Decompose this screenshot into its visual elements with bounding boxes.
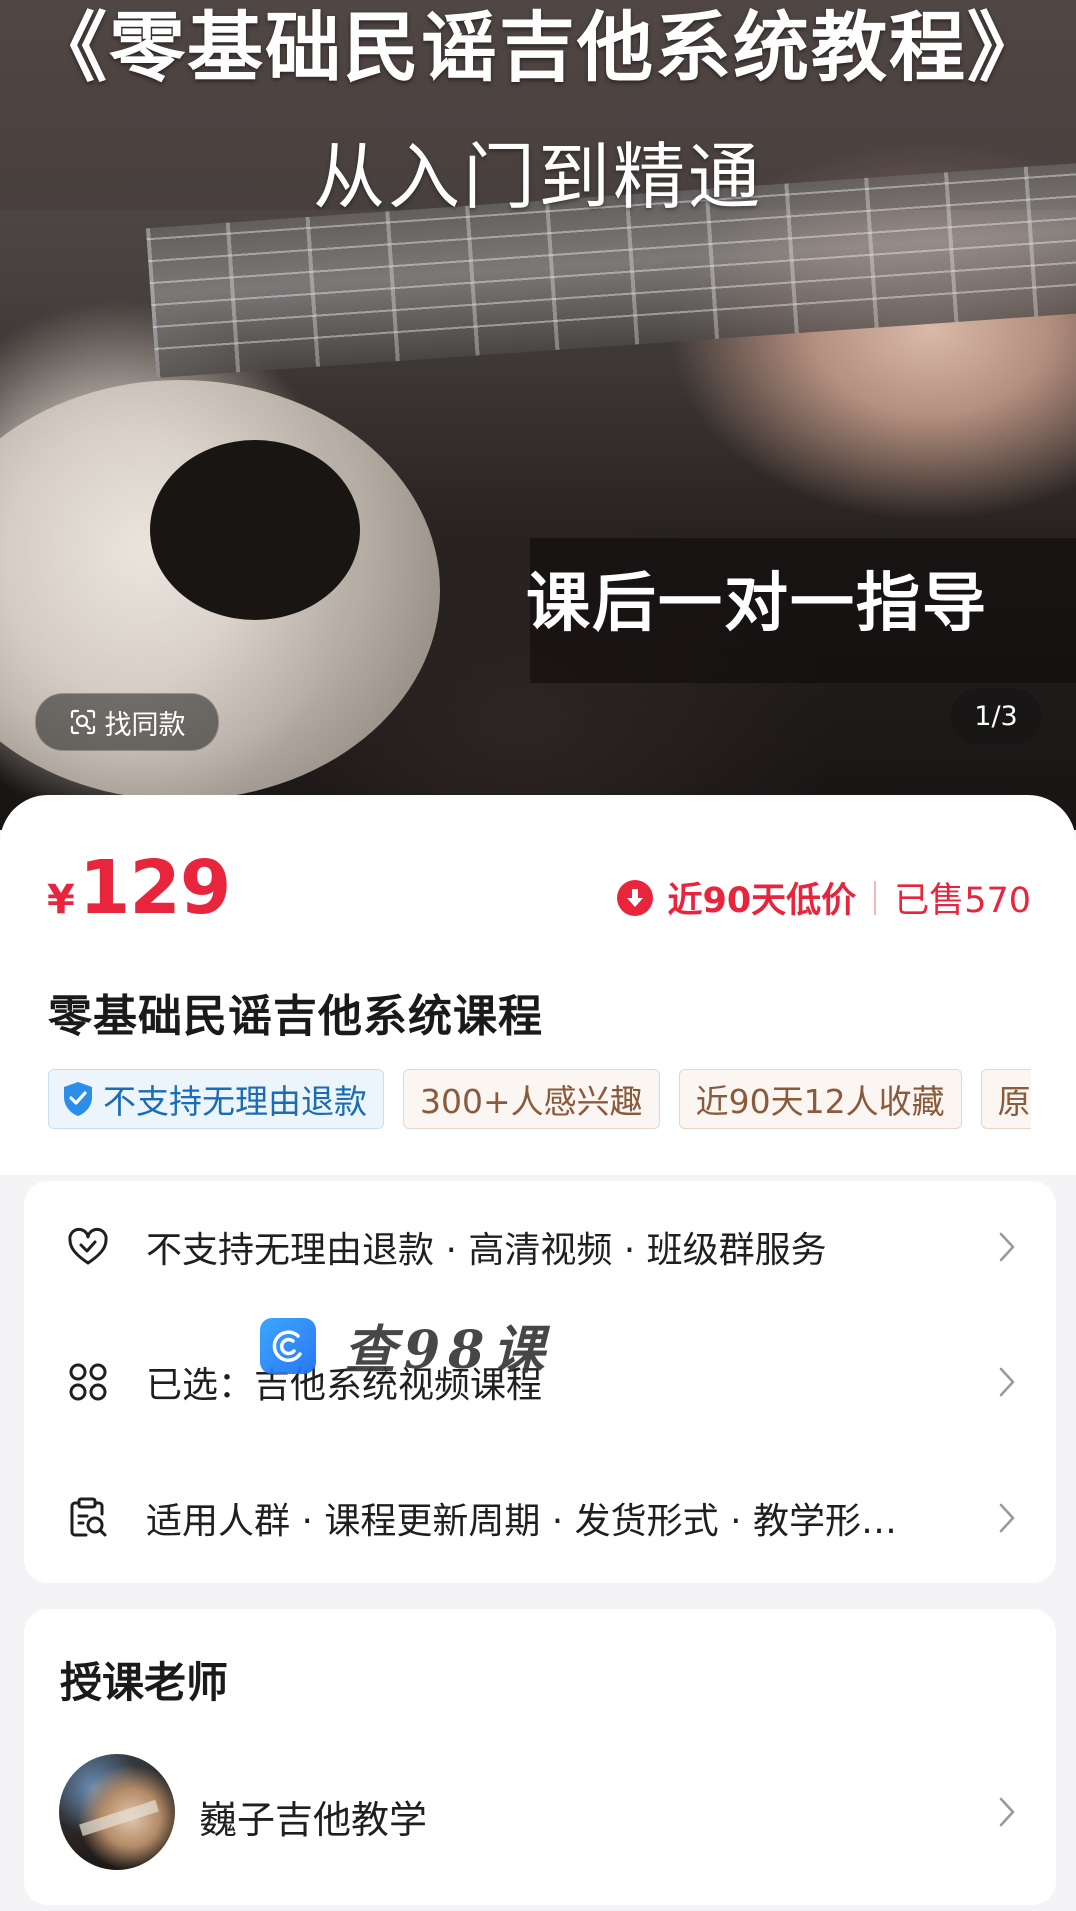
params-row[interactable]: 适用人群 · 课程更新周期 · 发货形式 · 教学形… (24, 1468, 1056, 1568)
tag-label: 300+人感兴趣 (420, 1082, 643, 1121)
price-currency: ¥ (47, 877, 75, 923)
service-text: 不支持无理由退款 · 高清视频 · 班级群服务 (146, 1230, 827, 1271)
params-text: 适用人群 · 课程更新周期 · 发货形式 · 教学形… (146, 1501, 897, 1542)
product-image-carousel[interactable]: 《零基础民谣吉他系统教程》 从入门到精通 课后一对一指导 找同款 1/3 (0, 0, 1076, 830)
product-title: 零基础民谣吉他系统课程 (48, 991, 543, 1042)
hero-caption: 课后一对一指导 (526, 567, 988, 641)
chevron-right-icon (999, 1232, 1015, 1262)
tag-more[interactable]: 原 (980, 1069, 1031, 1129)
price: ¥ 129 (47, 845, 231, 931)
chevron-right-icon (999, 1503, 1015, 1533)
tag-label: 近90天12人收藏 (695, 1082, 945, 1121)
carousel-pager: 1/3 (951, 688, 1041, 744)
service-row[interactable]: 不支持无理由退款 · 高清视频 · 班级群服务 (24, 1197, 1056, 1297)
tag-label: 原 (997, 1082, 1031, 1121)
teacher-heading: 授课老师 (60, 1658, 229, 1707)
down-arrow-circle-icon (617, 879, 654, 916)
shield-check-icon (64, 1082, 92, 1116)
tag-list: 不支持无理由退款 300+人感兴趣 近90天12人收藏 原 (48, 1069, 1031, 1133)
hero-subtitle: 从入门到精通 (312, 135, 763, 219)
guitar-soundhole (150, 440, 360, 620)
sales-info: 近90天低价 已售570 (617, 872, 1031, 923)
teacher-card: 授课老师 巍子吉他教学 (24, 1609, 1056, 1905)
find-same-label: 找同款 (104, 709, 186, 741)
price-value: 129 (78, 845, 231, 931)
sold-count: 已售570 (894, 881, 1031, 921)
hero-title: 《零基础民谣吉他系统教程》 (31, 3, 1045, 92)
tag-guarantee[interactable]: 不支持无理由退款 (48, 1069, 384, 1129)
grid-4-icon (69, 1363, 107, 1401)
heart-shield-icon (68, 1227, 108, 1265)
scan-search-icon (70, 709, 95, 735)
clipboard-search-icon (70, 1497, 107, 1537)
chevron-right-icon (999, 1367, 1015, 1397)
find-same-button[interactable]: 找同款 (35, 693, 219, 751)
watermark-logo-icon (260, 1317, 316, 1374)
watermark: 查98课 (260, 1308, 552, 1383)
teacher-name[interactable]: 巍子吉他教学 (199, 1789, 427, 1844)
divider (874, 880, 877, 915)
chevron-right-icon[interactable] (996, 1794, 1018, 1830)
tag-label: 不支持无理由退款 (103, 1082, 367, 1121)
low-price-label: 近90天低价 (667, 881, 857, 921)
avatar[interactable] (59, 1754, 175, 1870)
watermark-text: 查98课 (344, 1320, 553, 1381)
tag-interest[interactable]: 300+人感兴趣 (403, 1069, 660, 1129)
tag-favorites[interactable]: 近90天12人收藏 (678, 1069, 962, 1129)
